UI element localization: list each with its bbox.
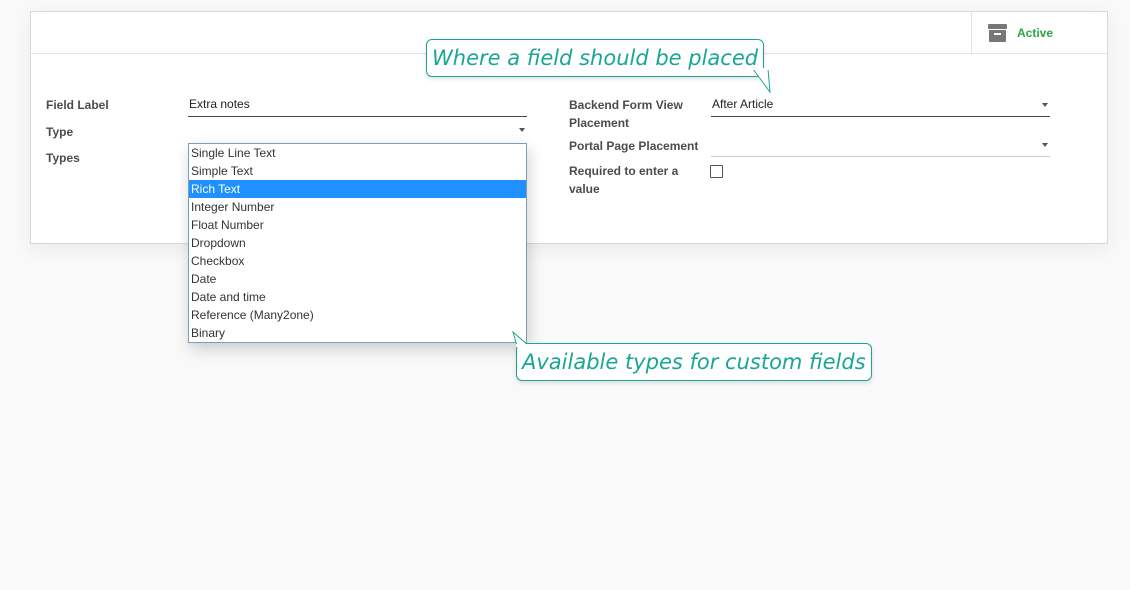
type-option[interactable]: Date and time bbox=[189, 288, 526, 306]
type-option[interactable]: Integer Number bbox=[189, 198, 526, 216]
field-label-input[interactable]: Extra notes bbox=[188, 93, 527, 117]
types-callout-pointer bbox=[512, 331, 531, 347]
required-label-line2: value bbox=[569, 182, 600, 196]
required-label-line1: Required to enter a bbox=[569, 164, 679, 178]
type-option[interactable]: Date bbox=[189, 270, 526, 288]
backend-placement-value: After Article bbox=[712, 97, 774, 111]
type-option[interactable]: Rich Text bbox=[189, 180, 526, 198]
type-option[interactable]: Single Line Text bbox=[189, 144, 526, 162]
type-options-list: Single Line Text Simple Text Rich Text Inte… bbox=[188, 143, 527, 343]
type-label: Type bbox=[46, 125, 74, 139]
types-callout-text: Available types for custom fields bbox=[522, 350, 866, 374]
chevron-down-icon bbox=[519, 128, 525, 132]
active-toggle-button[interactable]: Active bbox=[971, 12, 1107, 53]
type-option[interactable]: Reference (Many2one) bbox=[189, 306, 526, 324]
backend-placement-label: Backend Form View Placement bbox=[569, 96, 683, 132]
type-option[interactable]: Checkbox bbox=[189, 252, 526, 270]
placement-callout-pointer bbox=[752, 68, 771, 94]
backend-placement-label-line1: Backend Form View bbox=[569, 98, 683, 112]
type-option[interactable]: Float Number bbox=[189, 216, 526, 234]
portal-placement-label: Portal Page Placement bbox=[569, 139, 699, 153]
type-select[interactable] bbox=[188, 120, 527, 138]
type-option[interactable]: Simple Text bbox=[189, 162, 526, 180]
backend-placement-label-line2: Placement bbox=[569, 116, 630, 130]
field-label-value: Extra notes bbox=[189, 97, 250, 111]
required-label: Required to enter a value bbox=[569, 162, 678, 198]
active-label: Active bbox=[1017, 25, 1054, 40]
field-label-label: Field Label bbox=[46, 98, 109, 112]
required-checkbox[interactable] bbox=[710, 165, 723, 178]
chevron-down-icon bbox=[1042, 103, 1048, 107]
type-option[interactable]: Binary bbox=[189, 324, 526, 342]
archive-icon bbox=[988, 23, 1007, 42]
type-value bbox=[188, 124, 189, 138]
chevron-down-icon bbox=[1042, 143, 1048, 147]
portal-placement-select[interactable] bbox=[711, 133, 1050, 157]
types-callout: Available types for custom fields bbox=[516, 343, 872, 381]
types-label: Types bbox=[46, 151, 80, 165]
backend-placement-select[interactable]: After Article bbox=[711, 93, 1050, 117]
placement-callout: Where a field should be placed bbox=[426, 39, 765, 77]
placement-callout-text: Where a field should be placed bbox=[432, 46, 759, 70]
portal-placement-value bbox=[711, 137, 712, 151]
type-option[interactable]: Dropdown bbox=[189, 234, 526, 252]
